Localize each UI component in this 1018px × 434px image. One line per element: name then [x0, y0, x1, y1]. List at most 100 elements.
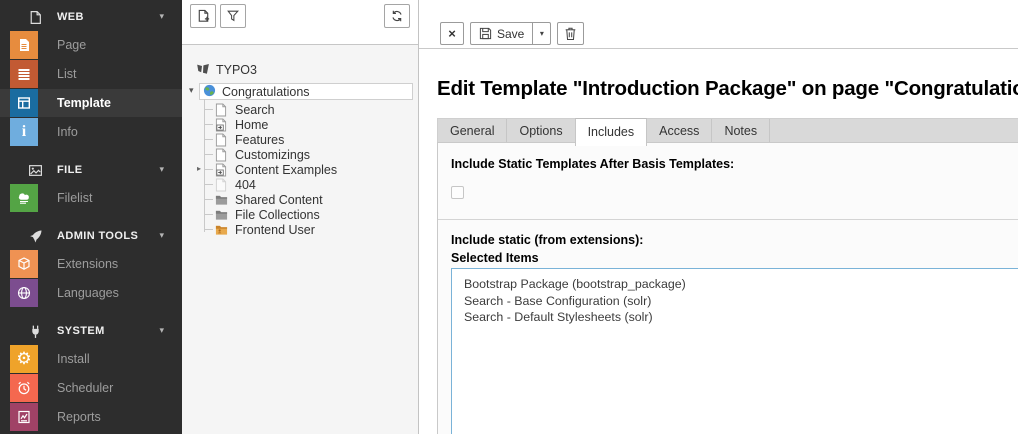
image-outline-icon	[27, 162, 43, 178]
sidebar-item-languages[interactable]: Languages	[0, 279, 182, 307]
list-item[interactable]: Bootstrap Package (bootstrap_package)	[464, 276, 1018, 293]
gear-icon: ⚙	[10, 345, 38, 373]
tree-node-label: Features	[235, 133, 284, 147]
floppy-save-icon	[479, 27, 492, 40]
sidebar-item-label: Reports	[57, 410, 101, 424]
save-button[interactable]: Save	[470, 22, 533, 45]
frontend-user-folder-icon	[215, 223, 228, 237]
page-doc-hidden-icon	[215, 178, 228, 192]
sidebar-item-label: Languages	[57, 286, 119, 300]
typo3-backend: WEB ▾ Page List Template i Info	[0, 0, 1018, 434]
page-icon	[10, 31, 38, 59]
page-shortcut-icon	[215, 163, 228, 177]
tree-node-frontend-user[interactable]: Frontend User	[215, 222, 418, 237]
content-area: × Save ▾ Edit Template "Introduction Pac…	[419, 0, 1018, 434]
section-label: ADMIN TOOLS	[57, 230, 138, 242]
list-item[interactable]: Search - Default Stylesheets (solr)	[464, 309, 1018, 326]
close-button[interactable]: ×	[440, 22, 464, 45]
expand-closed-icon[interactable]: ▸	[197, 164, 201, 173]
section-header-system[interactable]: SYSTEM ▾	[0, 317, 182, 345]
sidebar-item-label: Filelist	[57, 191, 92, 205]
delete-button[interactable]	[557, 22, 584, 45]
globe-icon	[10, 279, 38, 307]
sidebar-item-label: Template	[57, 96, 111, 110]
tree-node-label: 404	[235, 178, 256, 192]
refresh-icon	[390, 9, 404, 23]
tree-node-404[interactable]: 404	[215, 177, 418, 192]
tree-node-label: Congratulations	[222, 85, 310, 99]
tree-node-label: Frontend User	[235, 223, 315, 237]
info-icon: i	[10, 118, 38, 146]
tab-access[interactable]: Access	[647, 119, 712, 142]
document-outline-icon	[27, 9, 43, 25]
tab-options[interactable]: Options	[507, 119, 575, 142]
page-doc-icon	[215, 133, 228, 147]
selected-items-label: Selected Items	[451, 251, 1018, 266]
typo3-logo-icon	[196, 63, 210, 77]
tree-node-content-examples[interactable]: ▸ Content Examples	[215, 162, 418, 177]
doc-header: × Save ▾	[419, 0, 1018, 49]
section-label: FILE	[57, 164, 82, 176]
expand-open-icon[interactable]: ▾	[189, 86, 194, 96]
sidebar-item-label: Extensions	[57, 257, 118, 271]
list-icon	[10, 60, 38, 88]
tree-node-home[interactable]: Home	[215, 117, 418, 132]
filelist-icon	[10, 184, 38, 212]
save-dropdown-button[interactable]: ▾	[532, 22, 551, 45]
section-header-file[interactable]: FILE ▾	[0, 156, 182, 184]
tree-node-file-collections[interactable]: File Collections	[215, 207, 418, 222]
tree-node-shared-content[interactable]: Shared Content	[215, 192, 418, 207]
sidebar-item-install[interactable]: ⚙ Install	[0, 345, 182, 373]
template-icon	[10, 89, 38, 117]
tree-node-features[interactable]: Features	[215, 132, 418, 147]
new-page-button[interactable]	[190, 4, 216, 28]
sidebar-item-template[interactable]: Template	[0, 89, 182, 117]
tab-includes[interactable]: Includes	[575, 118, 648, 146]
rocket-icon	[27, 228, 43, 244]
tab-general[interactable]: General	[438, 119, 507, 142]
collapse-chevron-icon: ▾	[159, 165, 164, 175]
collapse-chevron-icon: ▾	[159, 231, 164, 241]
module-menu: WEB ▾ Page List Template i Info	[0, 0, 182, 434]
sidebar-item-page[interactable]: Page	[0, 31, 182, 59]
sidebar-item-label: Info	[57, 125, 78, 139]
tree-node-label: Search	[235, 103, 275, 117]
section-header-web[interactable]: WEB ▾	[0, 3, 182, 31]
filter-button[interactable]	[220, 4, 246, 28]
sidebar-item-list[interactable]: List	[0, 60, 182, 88]
sidebar-item-extensions[interactable]: Extensions	[0, 250, 182, 278]
sidebar-item-reports[interactable]: Reports	[0, 403, 182, 431]
basis-templates-section: Include Static Templates After Basis Tem…	[438, 143, 1018, 220]
tab-notes[interactable]: Notes	[712, 119, 770, 142]
tree-root-node[interactable]: TYPO3	[182, 60, 418, 80]
basis-templates-checkbox[interactable]	[451, 186, 464, 199]
section-header-admin-tools[interactable]: ADMIN TOOLS ▾	[0, 222, 182, 250]
tree-toolbar	[182, 0, 418, 45]
trash-icon	[564, 26, 577, 41]
tree-node-selected[interactable]: ▾ Congratulations	[199, 83, 413, 100]
cube-icon	[10, 250, 38, 278]
sidebar-item-info[interactable]: i Info	[0, 118, 182, 146]
folder-icon	[215, 208, 228, 222]
selected-items-listbox[interactable]: Bootstrap Package (bootstrap_package) Se…	[451, 268, 1018, 434]
sidebar-item-filelist[interactable]: Filelist	[0, 184, 182, 212]
save-button-label: Save	[497, 27, 524, 41]
tree-guide-line	[204, 99, 205, 232]
tree-node-customizings[interactable]: Customizings	[215, 147, 418, 162]
sidebar-item-scheduler[interactable]: Scheduler	[0, 374, 182, 402]
clock-icon	[10, 374, 38, 402]
tab-bar: General Options Includes Access Notes	[437, 118, 1018, 142]
tree-node-search[interactable]: Search	[215, 102, 418, 117]
list-item[interactable]: Search - Base Configuration (solr)	[464, 293, 1018, 310]
refresh-button[interactable]	[384, 4, 410, 28]
sidebar-item-label: Page	[57, 38, 86, 52]
sidebar-item-label: Install	[57, 352, 90, 366]
basis-templates-label: Include Static Templates After Basis Tem…	[451, 157, 1018, 172]
page-doc-icon	[215, 103, 228, 117]
filter-funnel-icon	[226, 9, 240, 23]
tree-node-label: Home	[235, 118, 268, 132]
tree-children: Search Home Features	[182, 102, 418, 237]
folder-icon	[215, 193, 228, 207]
tree-node-label: File Collections	[235, 208, 320, 222]
sidebar-item-label: Scheduler	[57, 381, 113, 395]
